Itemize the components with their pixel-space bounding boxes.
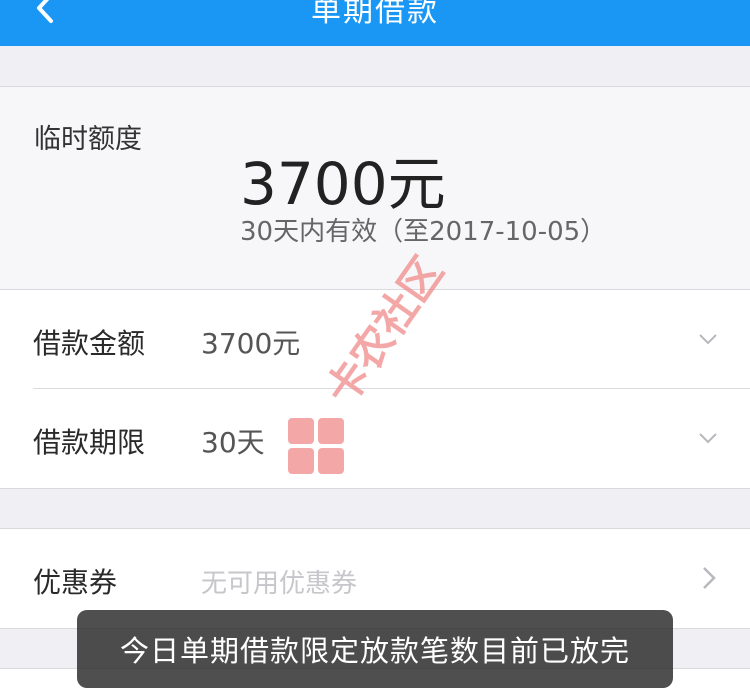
- loan-term-value: 30天: [201, 426, 265, 459]
- chevron-down-icon: [699, 334, 717, 345]
- coupon-label: 优惠券: [33, 566, 118, 599]
- temporary-quota-card: 临时额度 3700元 30天内有效（至2017-10-05）: [0, 86, 750, 290]
- loan-amount-label: 借款金额: [33, 327, 146, 360]
- chevron-down-icon: [699, 433, 717, 444]
- quota-label: 临时额度: [34, 124, 142, 155]
- coupon-placeholder: 无可用优惠券: [201, 569, 358, 599]
- loan-settings-section: 借款金额 3700元 借款期限 30天: [0, 289, 750, 489]
- loan-term-row[interactable]: 借款期限 30天: [0, 389, 750, 488]
- page-title: 单期借款: [311, 0, 439, 29]
- loan-amount-row[interactable]: 借款金额 3700元: [0, 290, 750, 389]
- quota-validity-note: 30天内有效（至2017-10-05）: [240, 217, 607, 247]
- quota-amount: 3700元: [240, 150, 446, 218]
- chevron-right-icon: [703, 567, 716, 589]
- loan-term-label: 借款期限: [33, 426, 146, 459]
- toast-message: 今日单期借款限定放款笔数目前已放完: [77, 610, 673, 688]
- loan-amount-value: 3700元: [201, 327, 301, 360]
- nav-bar: 单期借款: [0, 0, 750, 46]
